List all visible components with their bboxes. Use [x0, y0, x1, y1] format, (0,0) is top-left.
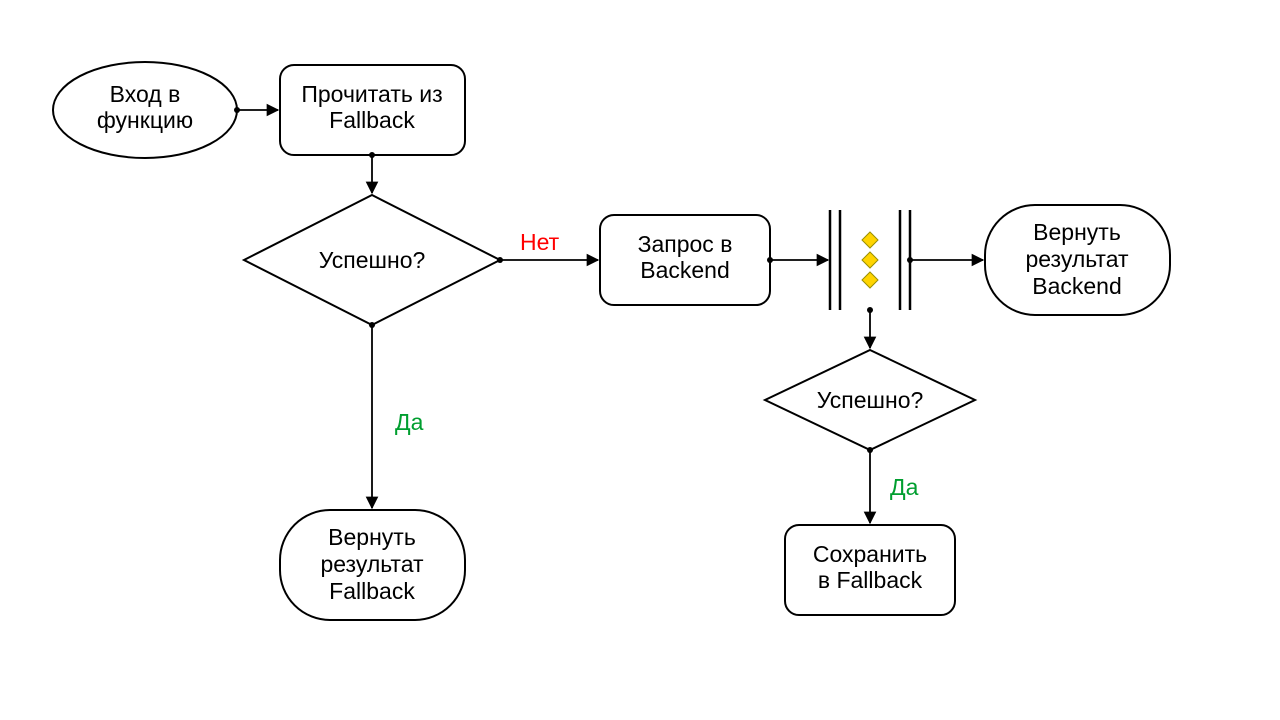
backend-req-line2: Backend [640, 257, 730, 283]
arrow-success1-no: Нет [497, 229, 598, 263]
result-backend-line3: Backend [1032, 273, 1122, 299]
save-fallback-line1: Сохранить [813, 541, 927, 567]
node-success-2: Успешно? [765, 350, 975, 450]
read-fallback-line2: Fallback [329, 107, 415, 133]
node-success-1: Успешно? [244, 195, 500, 325]
result-fallback-line2: результат [320, 551, 424, 577]
arrow-success2-yes: Да [867, 447, 919, 523]
success1-label: Успешно? [319, 247, 426, 273]
arrow-backend-to-split [767, 257, 828, 263]
arrow-success1-yes: Да [369, 322, 424, 508]
start-line2: функцию [97, 107, 193, 133]
save-fallback-line2: в Fallback [818, 567, 923, 593]
flowchart-canvas: Вход в функцию Прочитать из Fallback Усп… [0, 0, 1280, 720]
label-yes-1: Да [395, 409, 424, 435]
read-fallback-line1: Прочитать из [301, 81, 442, 107]
label-no: Нет [520, 229, 560, 255]
result-fallback-line3: Fallback [329, 578, 415, 604]
arrow-split-to-success2 [867, 307, 873, 348]
result-backend-line2: результат [1025, 246, 1129, 272]
node-backend-request: Запрос в Backend [600, 215, 770, 305]
node-save-fallback: Сохранить в Fallback [785, 525, 955, 615]
result-fallback-line1: Вернуть [328, 524, 416, 550]
backend-req-line1: Запрос в [638, 231, 733, 257]
node-start: Вход в функцию [53, 62, 237, 158]
arrow-start-to-read [234, 107, 278, 113]
start-line1: Вход в [110, 81, 181, 107]
node-result-fallback: Вернуть результат Fallback [280, 510, 465, 620]
node-read-fallback: Прочитать из Fallback [280, 65, 465, 155]
arrow-split-to-resultbackend [907, 257, 983, 263]
result-backend-line1: Вернуть [1033, 219, 1121, 245]
arrow-read-to-success1 [369, 152, 375, 193]
node-result-backend: Вернуть результат Backend [985, 205, 1170, 315]
split-bar-left [830, 210, 840, 310]
split-diamonds-icon [862, 232, 878, 288]
success2-label: Успешно? [817, 387, 924, 413]
label-yes-2: Да [890, 474, 919, 500]
